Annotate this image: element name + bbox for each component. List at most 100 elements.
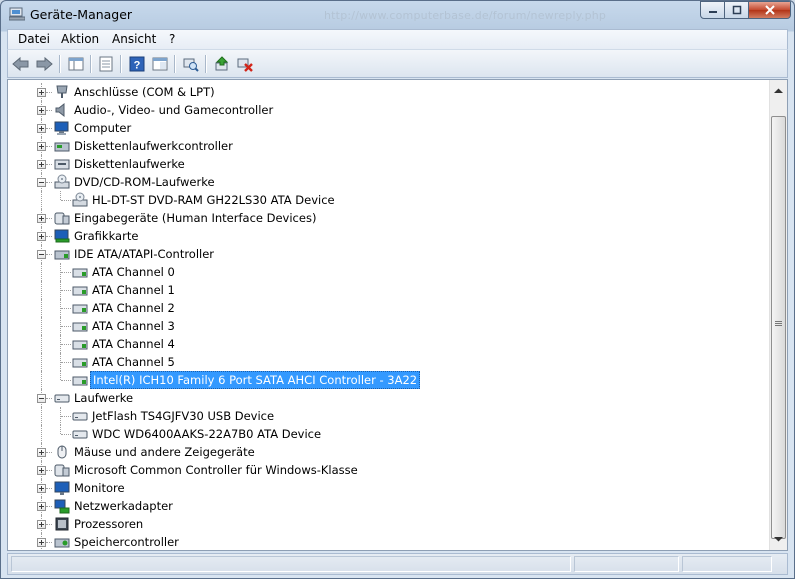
tree-item-label[interactable]: Anschlüsse (COM & LPT) xyxy=(72,83,217,101)
tree-category[interactable]: Eingabegeräte (Human Interface Devices) xyxy=(8,209,768,227)
maximize-button[interactable] xyxy=(724,1,749,19)
processor-icon xyxy=(55,517,69,531)
update-driver-button[interactable] xyxy=(213,55,231,73)
tree-category[interactable]: Diskettenlaufwerkcontroller xyxy=(8,137,768,155)
collapse-icon[interactable] xyxy=(37,250,46,259)
storage-controller-icon xyxy=(54,538,70,548)
floppy-controller-icon xyxy=(54,142,70,152)
extended-view-button[interactable] xyxy=(151,55,169,73)
expand-icon[interactable] xyxy=(37,88,46,97)
device-tree-panel[interactable]: Anschlüsse (COM & LPT) Audio-, Video- und… xyxy=(7,79,788,551)
expand-icon[interactable] xyxy=(37,106,46,115)
properties-button[interactable] xyxy=(97,55,115,73)
collapse-icon[interactable] xyxy=(37,178,46,187)
tree-item-label[interactable]: Microsoft Common Controller für Windows-… xyxy=(72,461,360,479)
tree-device[interactable]: HL-DT-ST DVD-RAM GH22LS30 ATA Device xyxy=(8,191,768,209)
tree-category[interactable]: Computer xyxy=(8,119,768,137)
help-button[interactable]: ? xyxy=(128,55,146,73)
tree-item-label[interactable]: Netzwerkadapter xyxy=(72,497,175,515)
tree-item-label[interactable]: Computer xyxy=(72,119,133,137)
tree-item-label[interactable]: ATA Channel 0 xyxy=(90,263,177,281)
tree-item-label[interactable]: ATA Channel 2 xyxy=(90,299,177,317)
tree-item-label[interactable]: IDE ATA/ATAPI-Controller xyxy=(72,245,216,263)
tree-category[interactable]: Diskettenlaufwerke xyxy=(8,155,768,173)
tree-category[interactable]: Mäuse und andere Zeigegeräte xyxy=(8,443,768,461)
tree-item-label[interactable]: Grafikkarte xyxy=(72,227,140,245)
forward-button[interactable] xyxy=(35,55,53,73)
tree-item-label[interactable]: ATA Channel 5 xyxy=(90,353,177,371)
tree-item-label[interactable]: Monitore xyxy=(72,479,127,497)
update-driver-icon xyxy=(215,56,229,71)
scroll-down-arrow-icon xyxy=(774,536,783,541)
status-pane-2 xyxy=(574,556,679,572)
tree-device[interactable]: ATA Channel 2 xyxy=(8,299,768,317)
expand-icon[interactable] xyxy=(37,502,46,511)
expand-icon[interactable] xyxy=(37,538,46,547)
back-button[interactable] xyxy=(12,55,30,73)
disk-drive-icon xyxy=(72,412,88,421)
tree-item-label[interactable]: Diskettenlaufwerke xyxy=(72,155,187,173)
tree-item-label[interactable]: DVD/CD-ROM-Laufwerke xyxy=(72,173,217,191)
tree-category[interactable]: DVD/CD-ROM-Laufwerke xyxy=(8,173,768,191)
uninstall-button[interactable] xyxy=(236,55,254,73)
tree-item-label[interactable]: WDC WD6400AAKS-22A7B0 ATA Device xyxy=(90,425,323,443)
expand-icon[interactable] xyxy=(37,484,46,493)
tree-category[interactable]: Netzwerkadapter xyxy=(8,497,768,515)
menu-help[interactable]: ? xyxy=(167,32,177,46)
vertical-scrollbar[interactable] xyxy=(769,80,787,550)
expand-icon[interactable] xyxy=(37,466,46,475)
expand-icon[interactable] xyxy=(37,160,46,169)
tree-category[interactable]: Audio-, Video- und Gamecontroller xyxy=(8,101,768,119)
toolbar: ? xyxy=(7,49,788,78)
tree-device[interactable]: ATA Channel 3 xyxy=(8,317,768,335)
tree-item-label[interactable]: Eingabegeräte (Human Interface Devices) xyxy=(72,209,318,227)
collapse-icon[interactable] xyxy=(37,394,46,403)
menu-ansicht[interactable]: Ansicht xyxy=(110,32,158,46)
tree-item-label[interactable]: Laufwerke xyxy=(72,389,135,407)
expand-icon[interactable] xyxy=(37,520,46,529)
expand-icon[interactable] xyxy=(37,124,46,133)
tree-category[interactable]: Laufwerke xyxy=(8,389,768,407)
console-tree-button[interactable] xyxy=(67,55,85,73)
tree-device[interactable]: ATA Channel 1 xyxy=(8,281,768,299)
menu-aktion[interactable]: Aktion xyxy=(59,32,101,46)
scroll-down-button[interactable] xyxy=(770,530,787,547)
expand-icon[interactable] xyxy=(37,214,46,223)
tree-category[interactable]: IDE ATA/ATAPI-Controller xyxy=(8,245,768,263)
monitor-icon xyxy=(54,481,70,495)
tree-item-label[interactable]: Prozessoren xyxy=(72,515,145,533)
tree-device[interactable]: WDC WD6400AAKS-22A7B0 ATA Device xyxy=(8,425,768,443)
tree-item-label[interactable]: ATA Channel 1 xyxy=(90,281,177,299)
minimize-button[interactable] xyxy=(700,1,725,19)
tree-item-label[interactable]: Audio-, Video- und Gamecontroller xyxy=(72,101,275,119)
tree-device[interactable]: ATA Channel 0 xyxy=(8,263,768,281)
tree-category[interactable]: Prozessoren xyxy=(8,515,768,533)
close-button[interactable] xyxy=(748,1,791,19)
tree-category[interactable]: Anschlüsse (COM & LPT) xyxy=(8,83,768,101)
tree-item-label[interactable]: Diskettenlaufwerkcontroller xyxy=(72,137,235,155)
tree-item-label[interactable]: ATA Channel 4 xyxy=(90,335,177,353)
scrollbar-thumb[interactable] xyxy=(771,116,786,539)
tree-item-label[interactable]: HL-DT-ST DVD-RAM GH22LS30 ATA Device xyxy=(90,191,337,209)
expand-icon[interactable] xyxy=(37,142,46,151)
tree-device[interactable]: ATA Channel 5 xyxy=(8,353,768,371)
scan-hardware-button[interactable] xyxy=(182,55,200,73)
tree-device[interactable]: ATA Channel 4 xyxy=(8,335,768,353)
tree-item-label-selected[interactable]: Intel(R) ICH10 Family 6 Port SATA AHCI C… xyxy=(90,371,421,389)
tree-item-label[interactable]: ATA Channel 3 xyxy=(90,317,177,335)
tree-device[interactable]: JetFlash TS4GJFV30 USB Device xyxy=(8,407,768,425)
title-bar[interactable]: Geräte-Manager http://www.computerbase.d… xyxy=(1,1,794,29)
expand-icon[interactable] xyxy=(37,448,46,457)
tree-device[interactable]: Intel(R) ICH10 Family 6 Port SATA AHCI C… xyxy=(8,371,768,389)
tree-category[interactable]: Microsoft Common Controller für Windows-… xyxy=(8,461,768,479)
expand-icon[interactable] xyxy=(37,232,46,241)
menu-datei[interactable]: Datei xyxy=(16,32,52,46)
scroll-up-button[interactable] xyxy=(770,82,787,99)
tree-item-label[interactable]: JetFlash TS4GJFV30 USB Device xyxy=(90,407,276,425)
tree-category[interactable]: Grafikkarte xyxy=(8,227,768,245)
tree-item-label[interactable]: Mäuse und andere Zeigegeräte xyxy=(72,443,257,461)
tree-category[interactable]: Speichercontroller xyxy=(8,533,768,550)
tree-item-label[interactable]: Speichercontroller xyxy=(72,533,181,550)
tree-category[interactable]: Monitore xyxy=(8,479,768,497)
show-hide-console-tree-icon xyxy=(68,57,84,71)
